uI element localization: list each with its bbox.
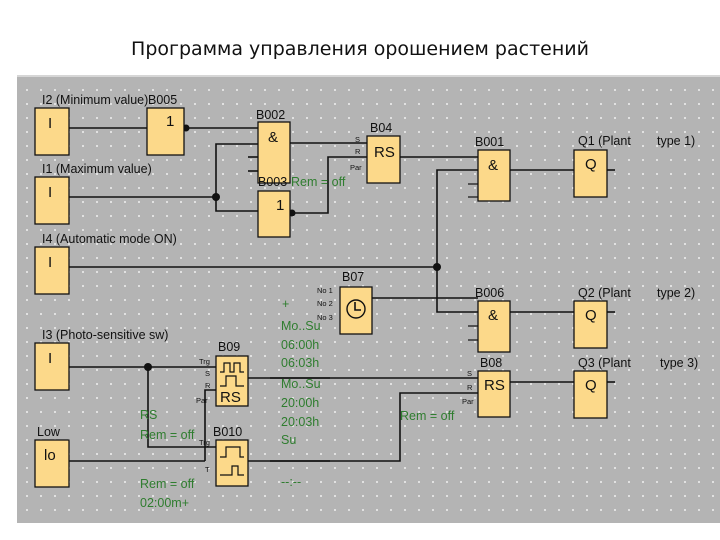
input-symbol: I <box>48 115 52 132</box>
input-i2[interactable]: I2 (Minimum value) I <box>34 93 148 156</box>
output-symbol: Q <box>585 307 597 324</box>
block-symbol: RS <box>484 377 505 394</box>
pin-label: S <box>355 135 360 144</box>
input-symbol: I <box>48 254 52 271</box>
block-param: Rem = off <box>291 175 346 189</box>
output-label: Q3 (Plant <box>578 356 631 370</box>
pin-label: R <box>355 147 361 156</box>
output-q3[interactable]: Q3 (Plant type 3) Q <box>573 356 698 419</box>
input-label: Low <box>37 425 61 439</box>
block-symbol: 1 <box>276 197 284 214</box>
pin-label: Par <box>350 163 362 172</box>
block-b003[interactable]: B003 Rem = off 1 <box>257 175 346 238</box>
block-symbol: & <box>268 129 278 146</box>
output-q2[interactable]: Q2 (Plant type 2) Q <box>573 286 695 349</box>
pin-label: S <box>467 369 472 378</box>
block-body[interactable] <box>257 190 291 238</box>
timer-param-line: 20:03h <box>281 415 319 429</box>
input-symbol: I <box>48 350 52 367</box>
block-b08[interactable]: B08 S R Par RS Rem = off <box>400 356 511 423</box>
block-symbol: RS <box>374 144 395 161</box>
block-symbol: RS <box>220 389 241 406</box>
block-b005[interactable]: B005 1 <box>146 93 185 156</box>
input-label: I2 (Minimum value) <box>42 93 148 107</box>
junction-dot <box>212 193 220 201</box>
block-param: Rem = off <box>140 428 195 442</box>
output-label-type: type 3) <box>660 356 698 370</box>
timer-param-line: Su <box>281 433 296 447</box>
wire-i4-b006 <box>436 267 478 313</box>
pin-label: No 1 <box>317 286 333 295</box>
input-i4[interactable]: I4 (Automatic mode ON) I <box>34 232 177 295</box>
block-symbol: & <box>488 307 498 324</box>
timer-param-line: 06:00h <box>281 338 319 352</box>
block-param: Rem = off <box>140 477 195 491</box>
output-label-type: type 2) <box>657 286 695 300</box>
output-q1[interactable]: Q1 (Plant type 1) Q <box>573 134 695 198</box>
block-name: B010 <box>213 425 242 439</box>
input-symbol: lo <box>44 447 56 464</box>
pin-label: Trg <box>199 357 210 366</box>
block-name: B04 <box>370 121 392 135</box>
pin-label: R <box>205 381 211 390</box>
input-symbol: I <box>48 184 52 201</box>
block-name: B08 <box>480 356 502 370</box>
pin-label: S <box>205 369 210 378</box>
timer-param-line: 20:00h <box>281 396 319 410</box>
block-name: B003 <box>258 175 287 189</box>
pin-label: No 2 <box>317 299 333 308</box>
block-name: B07 <box>342 270 364 284</box>
wire-i1-b003 <box>215 197 258 212</box>
timer-plus: + <box>282 297 289 311</box>
input-label: I3 (Photo-sensitive sw) <box>42 328 168 342</box>
junction-dot <box>144 363 152 371</box>
timer-param-line: 06:03h <box>281 356 319 370</box>
output-label-type: type 1) <box>657 134 695 148</box>
timer-param-line: Mo..Su <box>281 377 321 391</box>
block-symbol: & <box>488 157 498 174</box>
block-name: B006 <box>475 286 504 300</box>
pin-label: Par <box>196 396 208 405</box>
output-symbol: Q <box>585 377 597 394</box>
block-name: B001 <box>475 135 504 149</box>
pin-label: Par <box>462 397 474 406</box>
function-block-diagram: I2 (Minimum value) I I1 (Maximum value) … <box>34 93 698 510</box>
junction-dot <box>433 263 441 271</box>
block-b002[interactable]: B002 & <box>256 108 291 184</box>
block-b001[interactable]: B001 & <box>475 135 511 202</box>
timer-param-line: --:-- <box>281 475 301 489</box>
output-symbol: Q <box>585 156 597 173</box>
pin-label: Trg <box>199 438 210 447</box>
timer-param-line: Mo..Su <box>281 319 321 333</box>
block-b04[interactable]: B04 S R Par RS <box>350 121 401 184</box>
block-name: B09 <box>218 340 240 354</box>
input-label: I4 (Automatic mode ON) <box>42 232 177 246</box>
block-param: 02:00m+ <box>140 496 189 510</box>
output-label: Q1 (Plant <box>578 134 631 148</box>
block-b07[interactable]: B07 No 1 No 2 No 3 <box>317 270 373 335</box>
pin-label: T <box>205 465 210 474</box>
block-param: Rem = off <box>400 409 455 423</box>
block-b006[interactable]: B006 & <box>475 286 511 353</box>
input-i1[interactable]: I1 (Maximum value) I <box>34 162 152 225</box>
input-low[interactable]: Low lo <box>34 425 70 488</box>
input-label: I1 (Maximum value) <box>42 162 152 176</box>
output-label: Q2 (Plant <box>578 286 631 300</box>
pin-label: R <box>467 383 473 392</box>
block-symbol: 1 <box>166 113 174 130</box>
block-param: RS <box>140 408 157 422</box>
block-name: B002 <box>256 108 285 122</box>
block-name: B005 <box>148 93 177 107</box>
